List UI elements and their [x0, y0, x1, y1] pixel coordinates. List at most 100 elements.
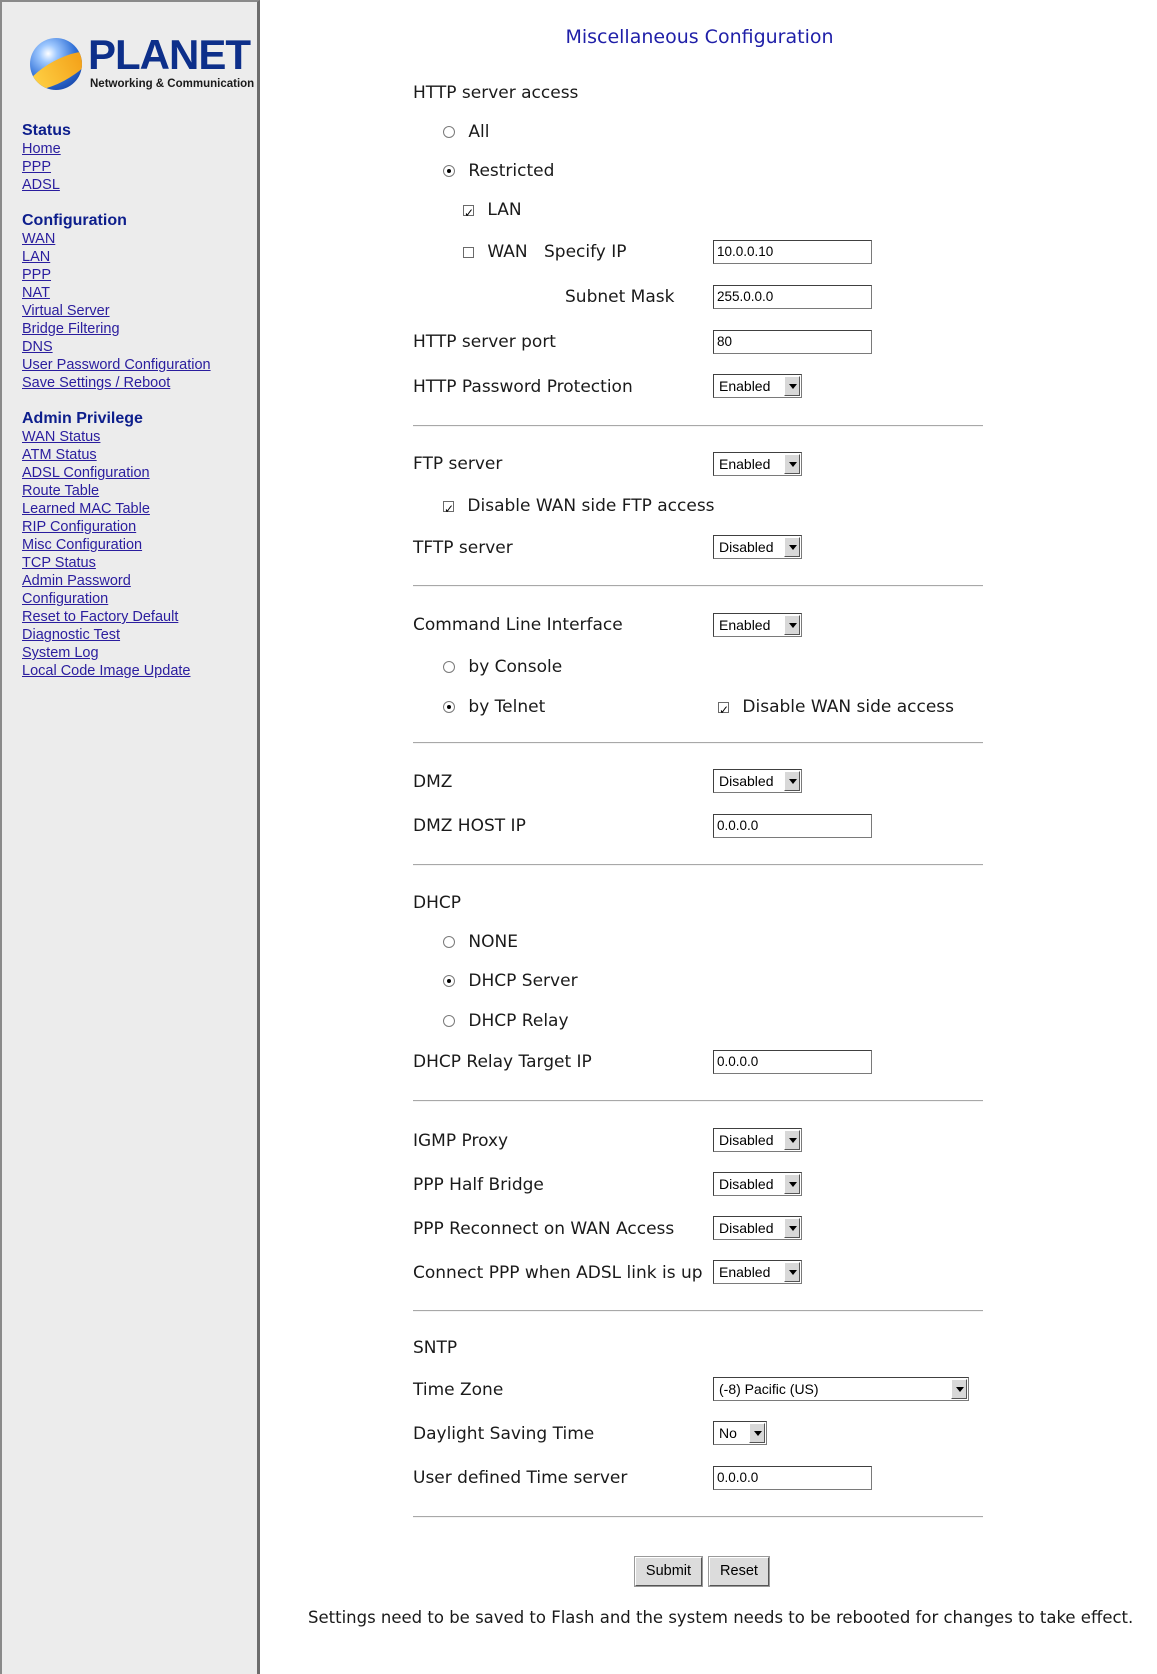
- dhcp-relay-option[interactable]: DHCP Relay: [443, 1010, 569, 1032]
- nav-heading-configuration: Configuration: [22, 212, 127, 229]
- http-access-restricted-option[interactable]: Restricted: [443, 160, 554, 182]
- cli-telnet-option[interactable]: by Telnet: [443, 696, 545, 718]
- chevron-down-icon[interactable]: [784, 615, 800, 635]
- nav-link-reset-factory[interactable]: Reset to Factory Default: [22, 608, 190, 626]
- ftp-server-label: FTP server: [413, 454, 503, 474]
- chevron-down-icon[interactable]: [784, 376, 800, 396]
- nav-link-nat[interactable]: NAT: [22, 284, 211, 302]
- http-access-label: HTTP server access: [413, 83, 579, 103]
- nav-link-bridge-filtering[interactable]: Bridge Filtering: [22, 320, 211, 338]
- chevron-down-icon[interactable]: [784, 454, 800, 474]
- http-access-restricted-radio[interactable]: [443, 165, 455, 177]
- cli-console-option[interactable]: by Console: [443, 656, 562, 678]
- time-zone-select[interactable]: (-8) Pacific (US): [713, 1377, 969, 1401]
- http-password-select[interactable]: Enabled: [713, 374, 802, 398]
- nav-link-diagnostic-test[interactable]: Diagnostic Test: [22, 626, 190, 644]
- nav-link-admin-password-configuration[interactable]: Configuration: [22, 590, 190, 608]
- nav-link-admin-password[interactable]: Admin Password: [22, 572, 190, 590]
- ppp-half-bridge-label: PPP Half Bridge: [413, 1175, 544, 1195]
- section-divider: [413, 1310, 983, 1312]
- chevron-down-icon[interactable]: [951, 1379, 967, 1399]
- dhcp-server-radio[interactable]: [443, 975, 455, 987]
- nav-link-home[interactable]: Home: [22, 140, 71, 158]
- ppp-half-bridge-select[interactable]: Disabled: [713, 1172, 802, 1196]
- tftp-server-label: TFTP server: [413, 538, 513, 558]
- main-content: Miscellaneous Configuration HTTP server …: [262, 0, 1157, 1674]
- brand-tagline: Networking & Communication: [90, 78, 255, 90]
- cli-select[interactable]: Enabled: [713, 613, 802, 637]
- nav-link-status-adsl[interactable]: ADSL: [22, 176, 71, 194]
- http-lan-checkbox[interactable]: [463, 202, 474, 224]
- dhcp-none-option[interactable]: NONE: [443, 931, 518, 953]
- cli-console-radio[interactable]: [443, 661, 455, 673]
- reset-button[interactable]: Reset: [708, 1556, 770, 1587]
- nav-link-misc-configuration[interactable]: Misc Configuration: [22, 536, 190, 554]
- dmz-select[interactable]: Disabled: [713, 769, 802, 793]
- dhcp-label: DHCP: [413, 893, 461, 913]
- chevron-down-icon[interactable]: [784, 1130, 800, 1150]
- ftp-server-select-value: Enabled: [719, 456, 771, 472]
- ppp-reconnect-label: PPP Reconnect on WAN Access: [413, 1219, 675, 1239]
- nav-link-dns[interactable]: DNS: [22, 338, 211, 356]
- ftp-disable-wan-label: Disable WAN side FTP access: [467, 496, 715, 516]
- submit-button[interactable]: Submit: [634, 1556, 703, 1587]
- nav-link-config-ppp[interactable]: PPP: [22, 266, 211, 284]
- nav-link-route-table[interactable]: Route Table: [22, 482, 190, 500]
- time-server-input[interactable]: 0.0.0.0: [713, 1466, 872, 1490]
- nav-link-system-log[interactable]: System Log: [22, 644, 190, 662]
- section-divider: [413, 425, 983, 427]
- chevron-down-icon[interactable]: [784, 1218, 800, 1238]
- nav-group-configuration: Configuration WAN LAN PPP NAT Virtual Se…: [22, 212, 211, 392]
- subnet-mask-input[interactable]: 255.0.0.0: [713, 285, 872, 309]
- nav-link-learned-mac[interactable]: Learned MAC Table: [22, 500, 190, 518]
- chevron-down-icon[interactable]: [784, 537, 800, 557]
- tftp-server-select[interactable]: Disabled: [713, 535, 802, 559]
- nav-link-atm-status[interactable]: ATM Status: [22, 446, 190, 464]
- cli-disable-wan-checkbox[interactable]: [718, 699, 729, 721]
- nav-link-wan-status[interactable]: WAN Status: [22, 428, 190, 446]
- http-lan-option[interactable]: LAN: [463, 199, 522, 224]
- dhcp-relay-target-input[interactable]: 0.0.0.0: [713, 1050, 872, 1074]
- dhcp-none-radio[interactable]: [443, 936, 455, 948]
- ppp-reconnect-select[interactable]: Disabled: [713, 1216, 802, 1240]
- dhcp-relay-radio[interactable]: [443, 1015, 455, 1027]
- http-wan-checkbox[interactable]: [463, 246, 474, 258]
- dhcp-server-option[interactable]: DHCP Server: [443, 970, 578, 992]
- nav-link-rip-configuration[interactable]: RIP Configuration: [22, 518, 190, 536]
- ftp-disable-wan-option[interactable]: Disable WAN side FTP access: [443, 495, 715, 520]
- igmp-proxy-select[interactable]: Disabled: [713, 1128, 802, 1152]
- chevron-down-icon[interactable]: [784, 771, 800, 791]
- nav-link-tcp-status[interactable]: TCP Status: [22, 554, 190, 572]
- nav-heading-status: Status: [22, 122, 71, 139]
- nav-link-wan[interactable]: WAN: [22, 230, 211, 248]
- cli-console-label: by Console: [468, 657, 563, 677]
- cli-select-value: Enabled: [719, 617, 771, 633]
- igmp-proxy-label: IGMP Proxy: [413, 1131, 509, 1151]
- cli-disable-wan-option[interactable]: Disable WAN side access: [718, 696, 954, 721]
- nav-link-save-reboot[interactable]: Save Settings / Reboot: [22, 374, 211, 392]
- nav-link-user-password[interactable]: User Password Configuration: [22, 356, 211, 374]
- nav-link-adsl-configuration[interactable]: ADSL Configuration: [22, 464, 190, 482]
- nav-link-code-image-update[interactable]: Local Code Image Update: [22, 662, 190, 680]
- footer-note: Settings need to be saved to Flash and t…: [308, 1608, 1134, 1627]
- planet-logo: PLANET Networking & Communication: [30, 32, 254, 98]
- connect-ppp-select[interactable]: Enabled: [713, 1260, 802, 1284]
- section-divider: [413, 1516, 983, 1518]
- chevron-down-icon[interactable]: [749, 1423, 765, 1443]
- ftp-server-select[interactable]: Enabled: [713, 452, 802, 476]
- http-access-all-radio[interactable]: [443, 126, 455, 138]
- dmz-host-ip-input[interactable]: 0.0.0.0: [713, 814, 872, 838]
- globe-icon: [30, 38, 82, 90]
- nav-link-virtual-server[interactable]: Virtual Server: [22, 302, 211, 320]
- http-wan-option[interactable]: WAN: [463, 241, 528, 263]
- cli-telnet-radio[interactable]: [443, 701, 455, 713]
- http-port-input[interactable]: 80: [713, 330, 872, 354]
- chevron-down-icon[interactable]: [784, 1174, 800, 1194]
- specify-ip-input[interactable]: 10.0.0.10: [713, 240, 872, 264]
- nav-link-lan[interactable]: LAN: [22, 248, 211, 266]
- ftp-disable-wan-checkbox[interactable]: [443, 498, 454, 520]
- dst-select[interactable]: No: [713, 1421, 767, 1445]
- nav-link-status-ppp[interactable]: PPP: [22, 158, 71, 176]
- chevron-down-icon[interactable]: [784, 1262, 800, 1282]
- http-access-all-option[interactable]: All: [443, 121, 489, 143]
